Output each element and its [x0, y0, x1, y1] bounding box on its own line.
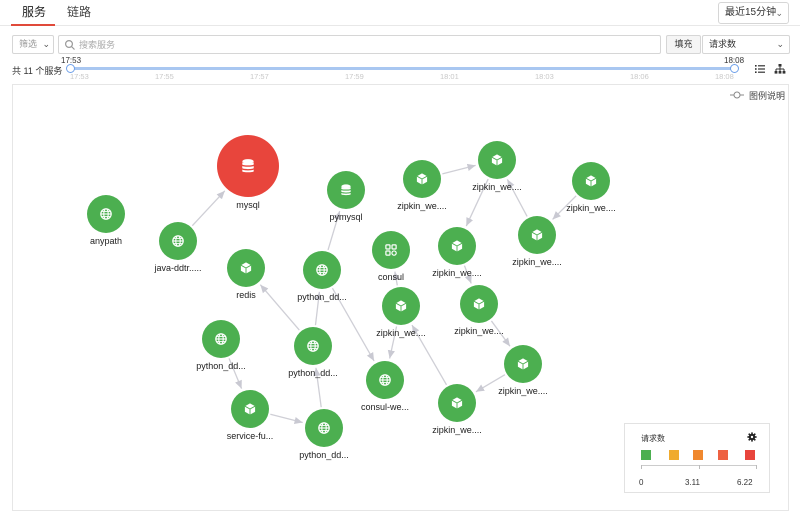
node-label: python_dd...	[299, 450, 349, 460]
node-label: consul-we...	[361, 402, 409, 412]
service-node-z8[interactable]: zipkin_we....	[498, 345, 548, 396]
node-label: zipkin_we....	[432, 425, 482, 435]
service-node-mysql[interactable]: mysql	[217, 135, 279, 210]
node-label: zipkin_we....	[472, 182, 522, 192]
node-label: java-ddtr.....	[153, 263, 201, 273]
service-node-z3[interactable]: zipkin_we....	[566, 162, 616, 213]
service-node-py2[interactable]: python_dd...	[288, 327, 338, 378]
service-node-pymysql[interactable]: pymysql	[327, 171, 365, 222]
service-node-z7[interactable]: zipkin_we....	[512, 216, 562, 267]
service-node-z4[interactable]: zipkin_we....	[432, 227, 482, 278]
node-circle[interactable]	[327, 171, 365, 209]
service-node-java[interactable]: java-ddtr.....	[153, 222, 202, 273]
legend-panel: 请求数 0 3.11 6.22	[624, 423, 770, 493]
node-label: consul	[378, 272, 404, 282]
node-circle[interactable]	[217, 135, 279, 197]
node-label: zipkin_we....	[512, 257, 562, 267]
gear-icon[interactable]	[747, 432, 757, 442]
service-node-py4[interactable]: python_dd...	[299, 409, 349, 460]
node-label: python_dd...	[196, 361, 246, 371]
node-label: zipkin_we....	[376, 328, 426, 338]
service-node-svc[interactable]: service-fu...	[227, 390, 274, 441]
node-label: zipkin_we....	[454, 326, 504, 336]
edge-py2-redis	[259, 284, 300, 331]
legend-mid: 3.11	[685, 478, 700, 487]
service-node-z9[interactable]: zipkin_we....	[432, 384, 482, 435]
edge-svc-py4	[270, 413, 303, 425]
node-label: anypath	[90, 236, 122, 246]
node-label: zipkin_we....	[498, 386, 548, 396]
legend-tick	[699, 465, 700, 469]
node-circle[interactable]	[372, 231, 410, 269]
node-label: zipkin_we....	[432, 268, 482, 278]
service-node-anypath[interactable]: anypath	[87, 195, 125, 246]
service-node-consul[interactable]: consul	[372, 231, 410, 282]
legend-swatch	[693, 450, 703, 460]
service-node-z6[interactable]: zipkin_we....	[454, 285, 504, 336]
edge-java-mysql	[191, 190, 226, 227]
service-node-consulwe[interactable]: consul-we...	[361, 361, 409, 412]
service-node-py1[interactable]: python_dd...	[297, 251, 347, 302]
legend-min: 0	[639, 478, 644, 487]
node-label: pymysql	[329, 212, 362, 222]
service-node-z2[interactable]: zipkin_we....	[472, 141, 522, 192]
node-label: mysql	[236, 200, 260, 210]
legend-title: 请求数	[641, 434, 665, 443]
node-label: zipkin_we....	[566, 203, 616, 213]
service-node-py3[interactable]: python_dd...	[196, 320, 246, 371]
legend-tick	[756, 465, 757, 469]
node-label: redis	[236, 290, 256, 300]
edge-z1-z2	[442, 163, 476, 175]
node-label: service-fu...	[227, 431, 274, 441]
service-node-redis[interactable]: redis	[227, 249, 265, 300]
legend-swatch	[641, 450, 651, 460]
service-node-z1[interactable]: zipkin_we....	[397, 160, 447, 211]
legend-swatch	[745, 450, 755, 460]
service-node-z5[interactable]: zipkin_we....	[376, 287, 426, 338]
node-label: python_dd...	[288, 368, 338, 378]
legend-swatch	[669, 450, 679, 460]
legend-tick	[641, 465, 642, 469]
legend-swatch	[718, 450, 728, 460]
node-label: python_dd...	[297, 292, 347, 302]
node-label: zipkin_we....	[397, 201, 447, 211]
legend-max: 6.22	[737, 478, 753, 487]
